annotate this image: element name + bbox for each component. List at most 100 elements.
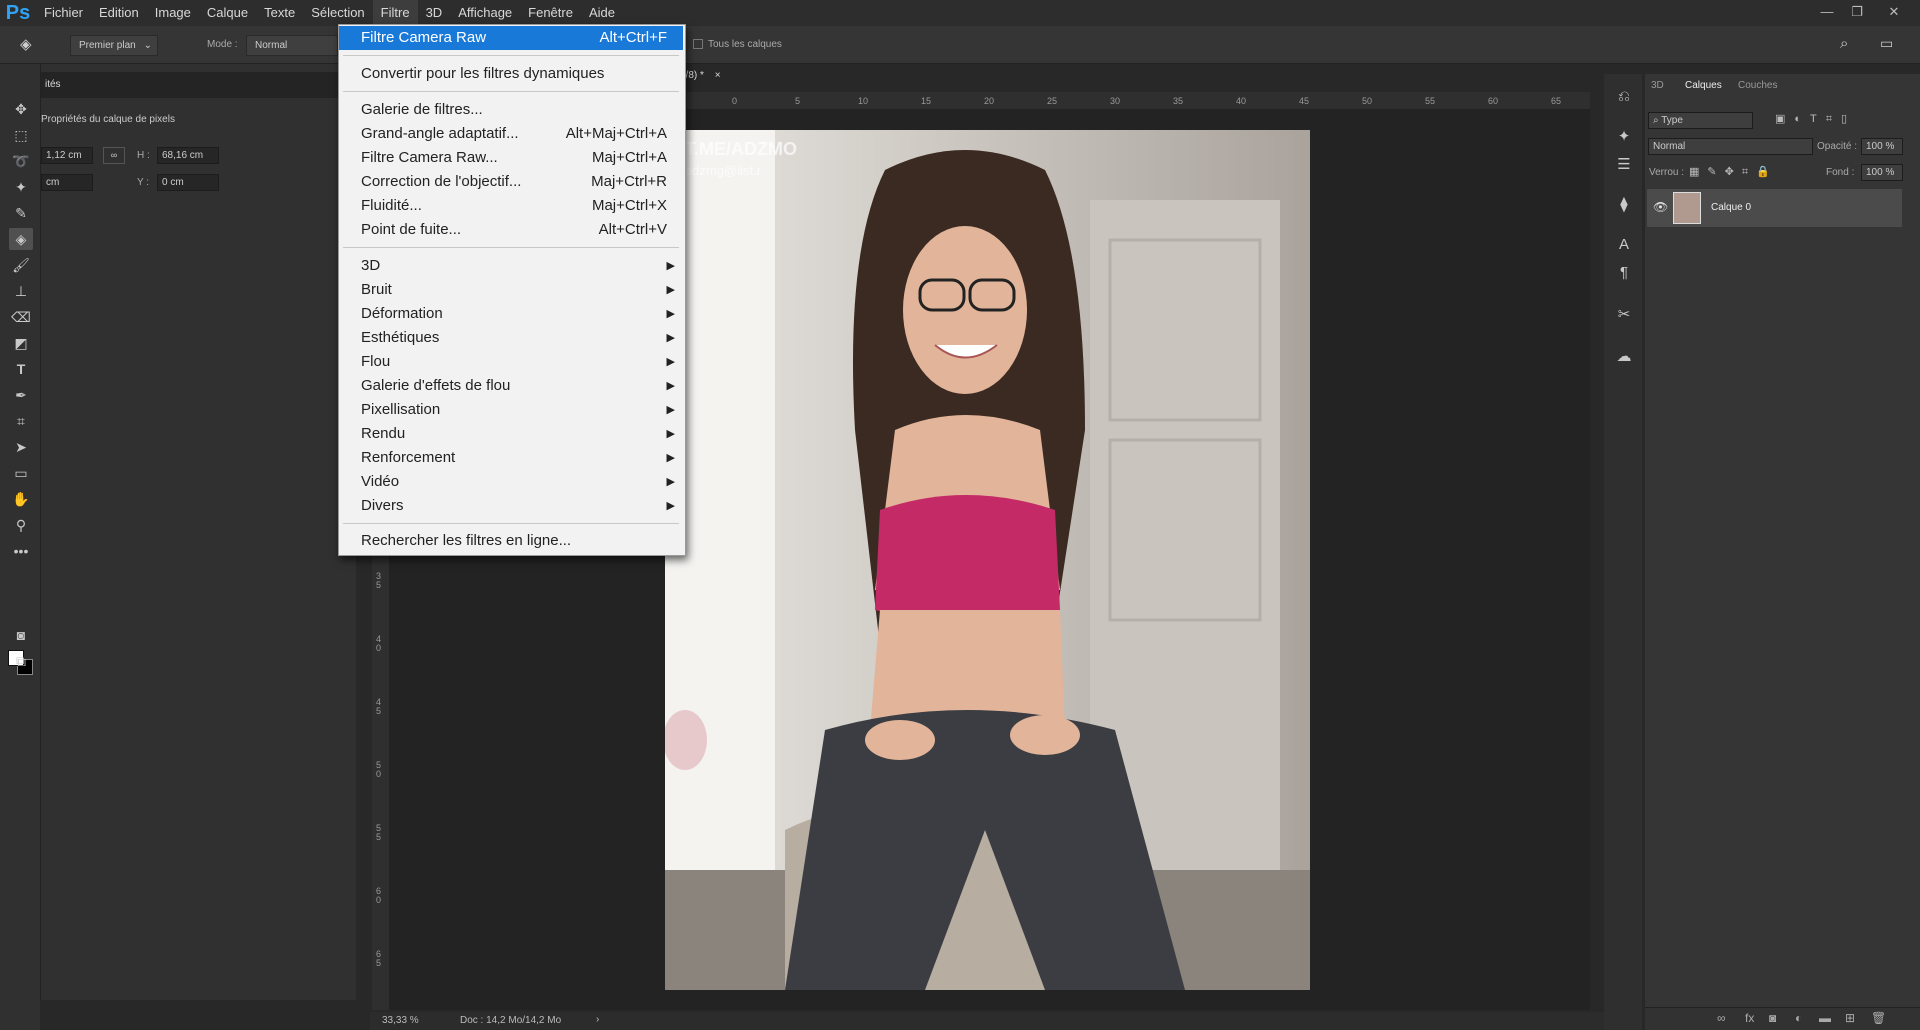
- menu-item-convertir[interactable]: Convertir pour les filtres dynamiques: [339, 62, 683, 86]
- search-icon[interactable]: ⌕: [1840, 35, 1848, 52]
- libraries-icon[interactable]: ☁: [1613, 346, 1635, 368]
- opacity-field[interactable]: 100 %: [1861, 138, 1903, 155]
- rectangle-tool-icon[interactable]: ▭: [9, 462, 33, 484]
- group-icon[interactable]: ▬: [1819, 1011, 1831, 1025]
- crop-tool-icon[interactable]: ⌗: [9, 410, 33, 432]
- document-canvas-photo[interactable]: T.ME/ADZMO adzmg@list.r: [665, 130, 1310, 990]
- menu-item-renforcement[interactable]: Renforcement ▶: [339, 446, 683, 470]
- menu-item-rendu[interactable]: Rendu ▶: [339, 422, 683, 446]
- status-menu-arrow[interactable]: ›: [596, 1014, 599, 1025]
- lock-icons[interactable]: ▦✎✥⌗🔒: [1689, 165, 1778, 179]
- zoom-tool-icon[interactable]: ⚲: [9, 514, 33, 536]
- menu-item-fluidite[interactable]: Fluidité... Maj+Ctrl+X: [339, 194, 683, 218]
- mask-icon[interactable]: ◙: [1769, 1011, 1776, 1025]
- pen-tool-icon[interactable]: ✒: [9, 384, 33, 406]
- eyedropper-tool-icon[interactable]: ✎: [9, 202, 33, 224]
- workspace-icon[interactable]: ▭: [1880, 35, 1893, 52]
- menu-affichage[interactable]: Affichage: [450, 0, 520, 26]
- height-field[interactable]: 68,16 cm: [157, 147, 219, 164]
- menu-item-grand-angle[interactable]: Grand-angle adaptatif... Alt+Maj+Ctrl+A: [339, 122, 683, 146]
- paint-bucket-icon[interactable]: ◈: [9, 228, 33, 250]
- zoom-level[interactable]: 33,33 %: [382, 1015, 419, 1026]
- marquee-tool-icon[interactable]: ⬚: [9, 124, 33, 146]
- menu-item-bruit[interactable]: Bruit ▶: [339, 278, 683, 302]
- lasso-tool-icon[interactable]: ➰: [9, 150, 33, 172]
- new-layer-icon[interactable]: ⊞: [1845, 1011, 1855, 1025]
- layer-row[interactable]: 👁 Calque 0: [1647, 189, 1902, 227]
- move-tool-icon[interactable]: ✥: [9, 98, 33, 120]
- menu-image[interactable]: Image: [147, 0, 199, 26]
- menu-item-filtre-camera-raw[interactable]: Filtre Camera Raw Alt+Ctrl+F: [339, 26, 683, 50]
- stamp-tool-icon[interactable]: ⊥: [9, 280, 33, 302]
- magic-wand-tool-icon[interactable]: ✦: [9, 176, 33, 198]
- link-icon[interactable]: ∞: [103, 147, 125, 164]
- character-icon[interactable]: A: [1613, 234, 1635, 256]
- menu-3d[interactable]: 3D: [418, 0, 451, 26]
- document-tab[interactable]: 8/8) * ×: [680, 70, 721, 81]
- brush-settings-icon[interactable]: ✦: [1613, 126, 1635, 148]
- menu-item-divers[interactable]: Divers ▶: [339, 494, 683, 518]
- menu-fenetre[interactable]: Fenêtre: [520, 0, 581, 26]
- quick-mask-icon[interactable]: ◙: [9, 624, 33, 646]
- path-selection-icon[interactable]: ➤: [9, 436, 33, 458]
- fill-source-select[interactable]: Premier plan ⌄: [70, 35, 158, 56]
- width-field[interactable]: 1,12 cm: [41, 147, 93, 164]
- type-tool-icon[interactable]: T: [9, 358, 33, 380]
- menu-item-correction-objectif[interactable]: Correction de l'objectif... Maj+Ctrl+R: [339, 170, 683, 194]
- menu-selection[interactable]: Sélection: [303, 0, 372, 26]
- tab-close-icon[interactable]: ×: [715, 70, 721, 81]
- brush-tool-icon[interactable]: 🖌: [9, 254, 33, 276]
- menu-item-point-de-fuite[interactable]: Point de fuite... Alt+Ctrl+V: [339, 218, 683, 242]
- menu-filtre[interactable]: Filtre: [372, 0, 418, 26]
- menu-edition[interactable]: Edition: [91, 0, 147, 26]
- tab-3d[interactable]: 3D: [1651, 80, 1664, 91]
- menu-item-rechercher-en-ligne[interactable]: Rechercher les filtres en ligne...: [339, 529, 683, 553]
- link-layers-icon[interactable]: ∞: [1717, 1011, 1726, 1025]
- x-field[interactable]: cm: [41, 174, 93, 191]
- menu-item-3d[interactable]: 3D ▶: [339, 254, 683, 278]
- close-icon[interactable]: ✕: [1880, 2, 1908, 22]
- menu-item-galerie-flou[interactable]: Galerie d'effets de flou ▶: [339, 374, 683, 398]
- menu-item-camera-raw-dialog[interactable]: Filtre Camera Raw... Maj+Ctrl+A: [339, 146, 683, 170]
- layer-name[interactable]: Calque 0: [1711, 202, 1751, 213]
- y-field[interactable]: 0 cm: [157, 174, 219, 191]
- menu-item-pixellisation[interactable]: Pixellisation ▶: [339, 398, 683, 422]
- menu-separator: [343, 55, 679, 56]
- tab-calques[interactable]: Calques: [1685, 80, 1722, 91]
- mode-select[interactable]: Normal: [246, 35, 338, 56]
- menu-item-galerie[interactable]: Galerie de filtres...: [339, 98, 683, 122]
- menu-aide[interactable]: Aide: [581, 0, 623, 26]
- paragraph-icon[interactable]: ¶: [1613, 262, 1635, 284]
- properties-tab[interactable]: ités: [45, 79, 61, 90]
- trash-icon[interactable]: 🗑: [1871, 1011, 1886, 1025]
- blend-mode-select[interactable]: Normal: [1648, 138, 1813, 155]
- menu-calque[interactable]: Calque: [199, 0, 256, 26]
- menu-item-deformation[interactable]: Déformation ▶: [339, 302, 683, 326]
- hand-tool-icon[interactable]: ✋: [9, 488, 33, 510]
- eye-icon[interactable]: 👁: [1653, 200, 1668, 214]
- menu-item-flou[interactable]: Flou ▶: [339, 350, 683, 374]
- menu-texte[interactable]: Texte: [256, 0, 303, 26]
- menu-fichier[interactable]: Fichier: [36, 0, 91, 26]
- adjustments-icon[interactable]: ☰: [1613, 154, 1635, 176]
- gradient-tool-icon[interactable]: ◩: [9, 332, 33, 354]
- fill-field[interactable]: 100 %: [1861, 164, 1903, 181]
- minimize-icon[interactable]: —: [1813, 2, 1841, 22]
- menu-item-video[interactable]: Vidéo ▶: [339, 470, 683, 494]
- styles-icon[interactable]: ⧫: [1613, 194, 1635, 216]
- screen-mode-icon[interactable]: ⧉: [9, 650, 33, 672]
- all-layers-checkbox[interactable]: [693, 39, 703, 49]
- layer-filter-select[interactable]: ⌕ Type: [1648, 112, 1753, 129]
- restore-icon[interactable]: ❐: [1843, 2, 1871, 22]
- eraser-tool-icon[interactable]: ⌫: [9, 306, 33, 328]
- watermark-line2: adzmg@list.r: [685, 163, 762, 178]
- more-tools-icon[interactable]: •••: [9, 540, 33, 562]
- fx-icon[interactable]: fx: [1745, 1011, 1754, 1025]
- tool-presets-icon[interactable]: ✂: [1613, 304, 1635, 326]
- paint-bucket-tool-icon[interactable]: ◈: [20, 35, 32, 53]
- layer-filter-icons[interactable]: ▣◐T⌗▯: [1775, 112, 1856, 126]
- tab-couches[interactable]: Couches: [1738, 80, 1777, 91]
- menu-item-esthetiques[interactable]: Esthétiques ▶: [339, 326, 683, 350]
- adjustment-layer-icon[interactable]: ◐: [1795, 1011, 1802, 1025]
- history-icon[interactable]: ⎌: [1613, 86, 1635, 108]
